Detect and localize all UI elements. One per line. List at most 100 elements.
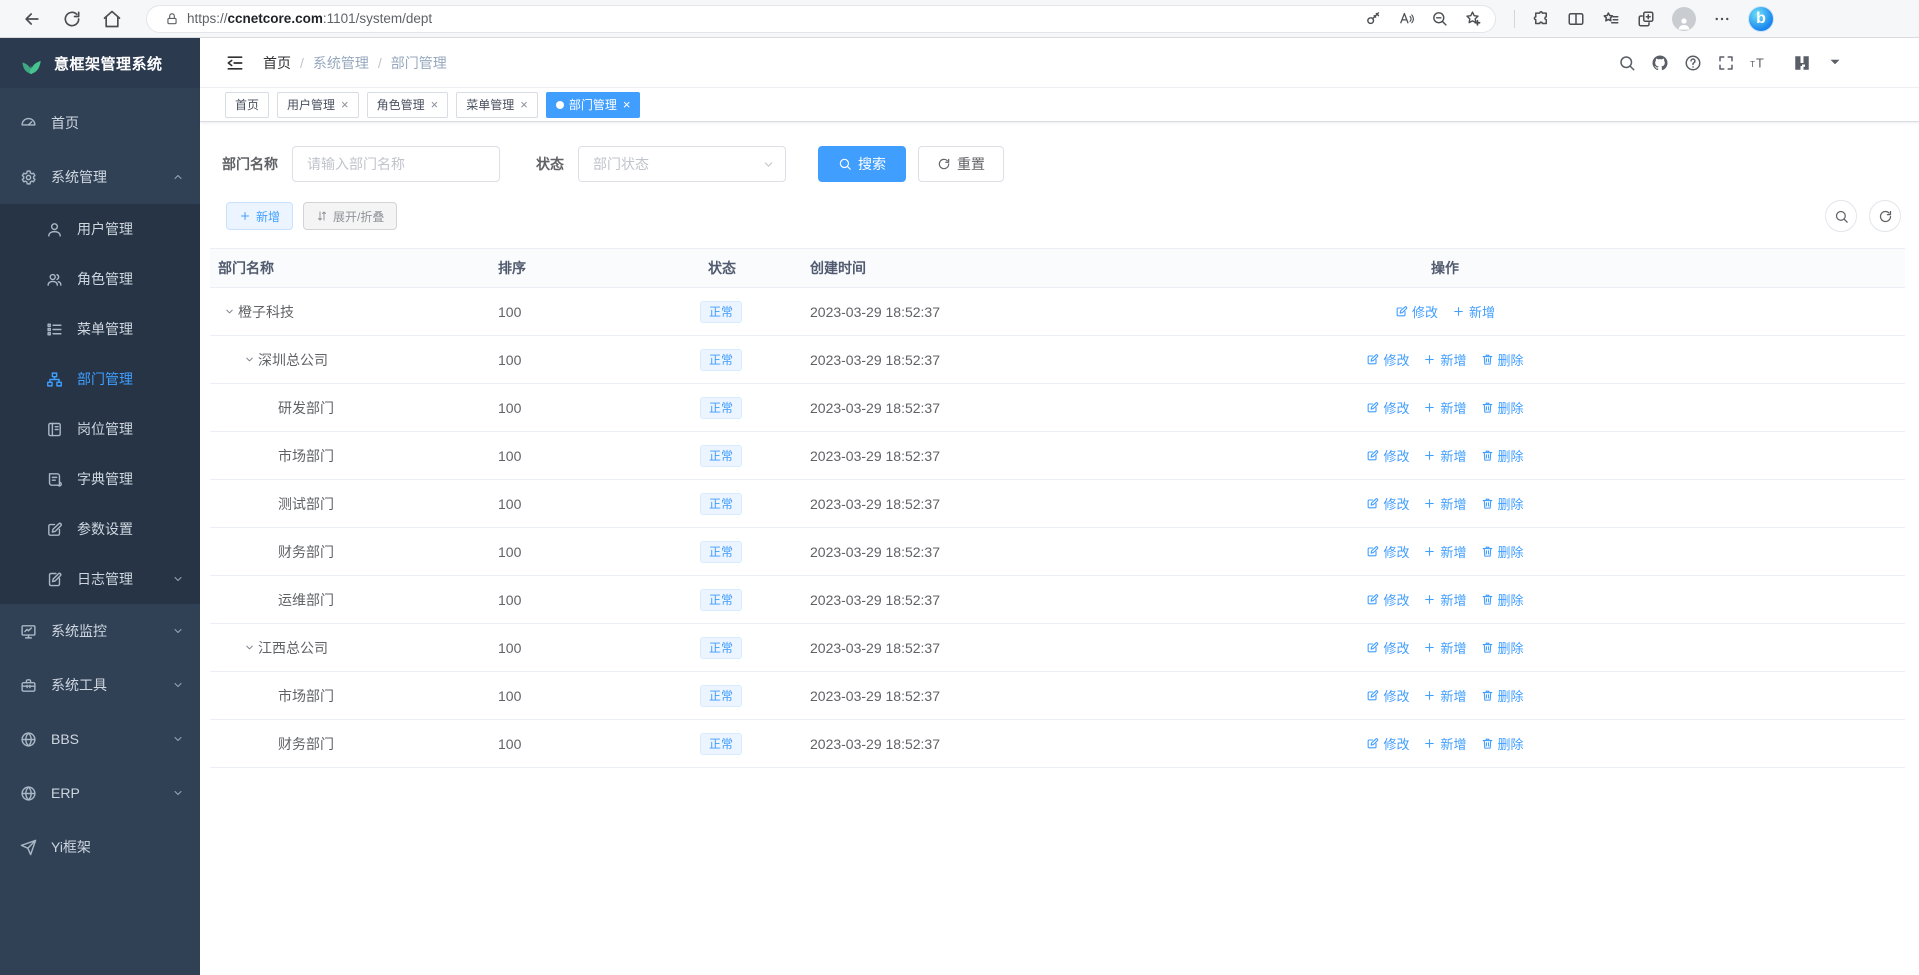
edit-action-link[interactable]: 修改 <box>1366 686 1409 705</box>
sidebar-item-3[interactable]: 角色管理 <box>0 254 200 304</box>
delete-action-link[interactable]: 删除 <box>1481 686 1524 705</box>
edit-action-link[interactable]: 修改 <box>1366 446 1409 465</box>
sidebar-item-1[interactable]: 系统管理 <box>0 150 200 204</box>
bing-icon[interactable]: b <box>1748 6 1774 32</box>
refresh-icon[interactable] <box>62 9 82 29</box>
sidebar-item-4[interactable]: 菜单管理 <box>0 304 200 354</box>
dept-sort: 100 <box>490 592 700 608</box>
dept-created: 2023-03-29 18:52:37 <box>800 496 1160 512</box>
back-icon[interactable] <box>22 9 42 29</box>
caret-down-icon[interactable] <box>1826 53 1844 71</box>
add-action-link[interactable]: 新增 <box>1423 494 1466 513</box>
search-icon[interactable] <box>1618 54 1636 72</box>
sidebar-item-2[interactable]: 用户管理 <box>0 204 200 254</box>
edit-action-link[interactable]: 修改 <box>1366 494 1409 513</box>
delete-action-link[interactable]: 删除 <box>1481 398 1524 417</box>
sidebar-item-8[interactable]: 参数设置 <box>0 504 200 554</box>
sidebar-item-7[interactable]: 字典管理 <box>0 454 200 504</box>
add-action-link[interactable]: 新增 <box>1423 542 1466 561</box>
key-icon[interactable] <box>1365 10 1382 27</box>
edit-action-link[interactable]: 修改 <box>1366 398 1409 417</box>
refresh-table-button[interactable] <box>1869 200 1901 232</box>
edit-action-link[interactable]: 修改 <box>1395 302 1438 321</box>
add-action-link[interactable]: 新增 <box>1423 446 1466 465</box>
favorites-icon[interactable] <box>1602 10 1620 28</box>
address-bar[interactable]: https://ccnetcore.com:1101/system/dept <box>146 5 1496 33</box>
sidebar-item-9[interactable]: 日志管理 <box>0 554 200 604</box>
zoom-out-icon[interactable] <box>1431 10 1448 27</box>
dept-sort: 100 <box>490 400 700 416</box>
tab-0[interactable]: 首页 × <box>225 92 269 118</box>
question-icon[interactable] <box>1684 54 1702 72</box>
sidebar-item-5[interactable]: 部门管理 <box>0 354 200 404</box>
split-screen-icon[interactable] <box>1567 10 1585 28</box>
star-plus-icon[interactable] <box>1464 10 1481 27</box>
tree-expand-icon[interactable] <box>220 303 238 321</box>
close-icon[interactable]: × <box>623 98 631 111</box>
sidebar-item-10[interactable]: 系统监控 <box>0 604 200 658</box>
edit-action-link[interactable]: 修改 <box>1366 590 1409 609</box>
menu-icon <box>46 321 63 338</box>
delete-action-link[interactable]: 删除 <box>1481 734 1524 753</box>
breadcrumb-home[interactable]: 首页 <box>263 53 291 73</box>
tab-2[interactable]: 角色管理 × <box>367 92 449 118</box>
close-icon[interactable]: × <box>341 98 349 111</box>
add-action-link[interactable]: 新增 <box>1423 638 1466 657</box>
edit-action-link[interactable]: 修改 <box>1366 542 1409 561</box>
add-action-link[interactable]: 新增 <box>1423 734 1466 753</box>
tab-4[interactable]: 部门管理 × <box>546 92 641 118</box>
status-badge: 正常 <box>700 637 742 659</box>
extensions-icon[interactable] <box>1532 10 1550 28</box>
edit-action-link[interactable]: 修改 <box>1366 734 1409 753</box>
tab-3[interactable]: 菜单管理 × <box>456 92 538 118</box>
home-icon[interactable] <box>102 9 122 29</box>
add-action-link[interactable]: 新增 <box>1423 686 1466 705</box>
show-search-button[interactable] <box>1825 200 1857 232</box>
search-button[interactable]: 搜索 <box>818 146 906 182</box>
add-button[interactable]: 新增 <box>226 202 293 230</box>
sidebar-item-14[interactable]: Yi框架 <box>0 820 200 874</box>
chevron-up-icon <box>172 171 184 183</box>
add-action-link[interactable]: 新增 <box>1423 350 1466 369</box>
expand-collapse-button[interactable]: 展开/折叠 <box>303 202 397 230</box>
add-action-link[interactable]: 新增 <box>1452 302 1495 321</box>
reset-button[interactable]: 重置 <box>918 146 1004 182</box>
tree-expand-icon[interactable] <box>240 639 258 657</box>
avatar[interactable] <box>1793 54 1811 72</box>
fullscreen-icon[interactable] <box>1717 54 1735 72</box>
github-icon[interactable] <box>1651 54 1669 72</box>
delete-action-link[interactable]: 删除 <box>1481 350 1524 369</box>
delete-action-link[interactable]: 删除 <box>1481 542 1524 561</box>
hamburger-icon[interactable] <box>225 53 245 73</box>
collections-icon[interactable] <box>1637 10 1655 28</box>
close-icon[interactable]: × <box>520 98 528 111</box>
url-text[interactable]: https://ccnetcore.com:1101/system/dept <box>187 11 1365 26</box>
more-menu-icon[interactable] <box>1713 10 1731 28</box>
edit-action-link[interactable]: 修改 <box>1366 638 1409 657</box>
delete-action-link[interactable]: 删除 <box>1481 638 1524 657</box>
lock-icon[interactable] <box>165 12 179 26</box>
dept-name-input[interactable] <box>292 146 500 182</box>
delete-action-link[interactable]: 删除 <box>1481 446 1524 465</box>
dept-table: 部门名称 排序 状态 创建时间 操作 橙子科技 100 正常 2023-03-2… <box>210 248 1905 768</box>
sidebar-item-0[interactable]: 首页 <box>0 96 200 150</box>
close-icon[interactable]: × <box>431 98 439 111</box>
tab-1[interactable]: 用户管理 × <box>277 92 359 118</box>
app-logo[interactable]: 意框架管理系统 <box>0 38 200 88</box>
text-size-icon[interactable]: TT <box>1750 54 1768 72</box>
sidebar-item-6[interactable]: 岗位管理 <box>0 404 200 454</box>
read-aloud-icon[interactable] <box>1398 10 1415 27</box>
sidebar-item-12[interactable]: BBS <box>0 712 200 766</box>
sidebar-item-11[interactable]: 系统工具 <box>0 658 200 712</box>
add-action-link[interactable]: 新增 <box>1423 590 1466 609</box>
delete-action-link[interactable]: 删除 <box>1481 494 1524 513</box>
delete-action-link[interactable]: 删除 <box>1481 590 1524 609</box>
browser-profile-avatar[interactable] <box>1672 7 1696 31</box>
edit-action-link[interactable]: 修改 <box>1366 350 1409 369</box>
tree-expand-icon[interactable] <box>240 351 258 369</box>
plus-icon <box>1423 353 1436 366</box>
sidebar-item-13[interactable]: ERP <box>0 766 200 820</box>
status-select[interactable]: 部门状态 <box>578 146 786 182</box>
leaf-logo-icon <box>18 50 44 76</box>
add-action-link[interactable]: 新增 <box>1423 398 1466 417</box>
